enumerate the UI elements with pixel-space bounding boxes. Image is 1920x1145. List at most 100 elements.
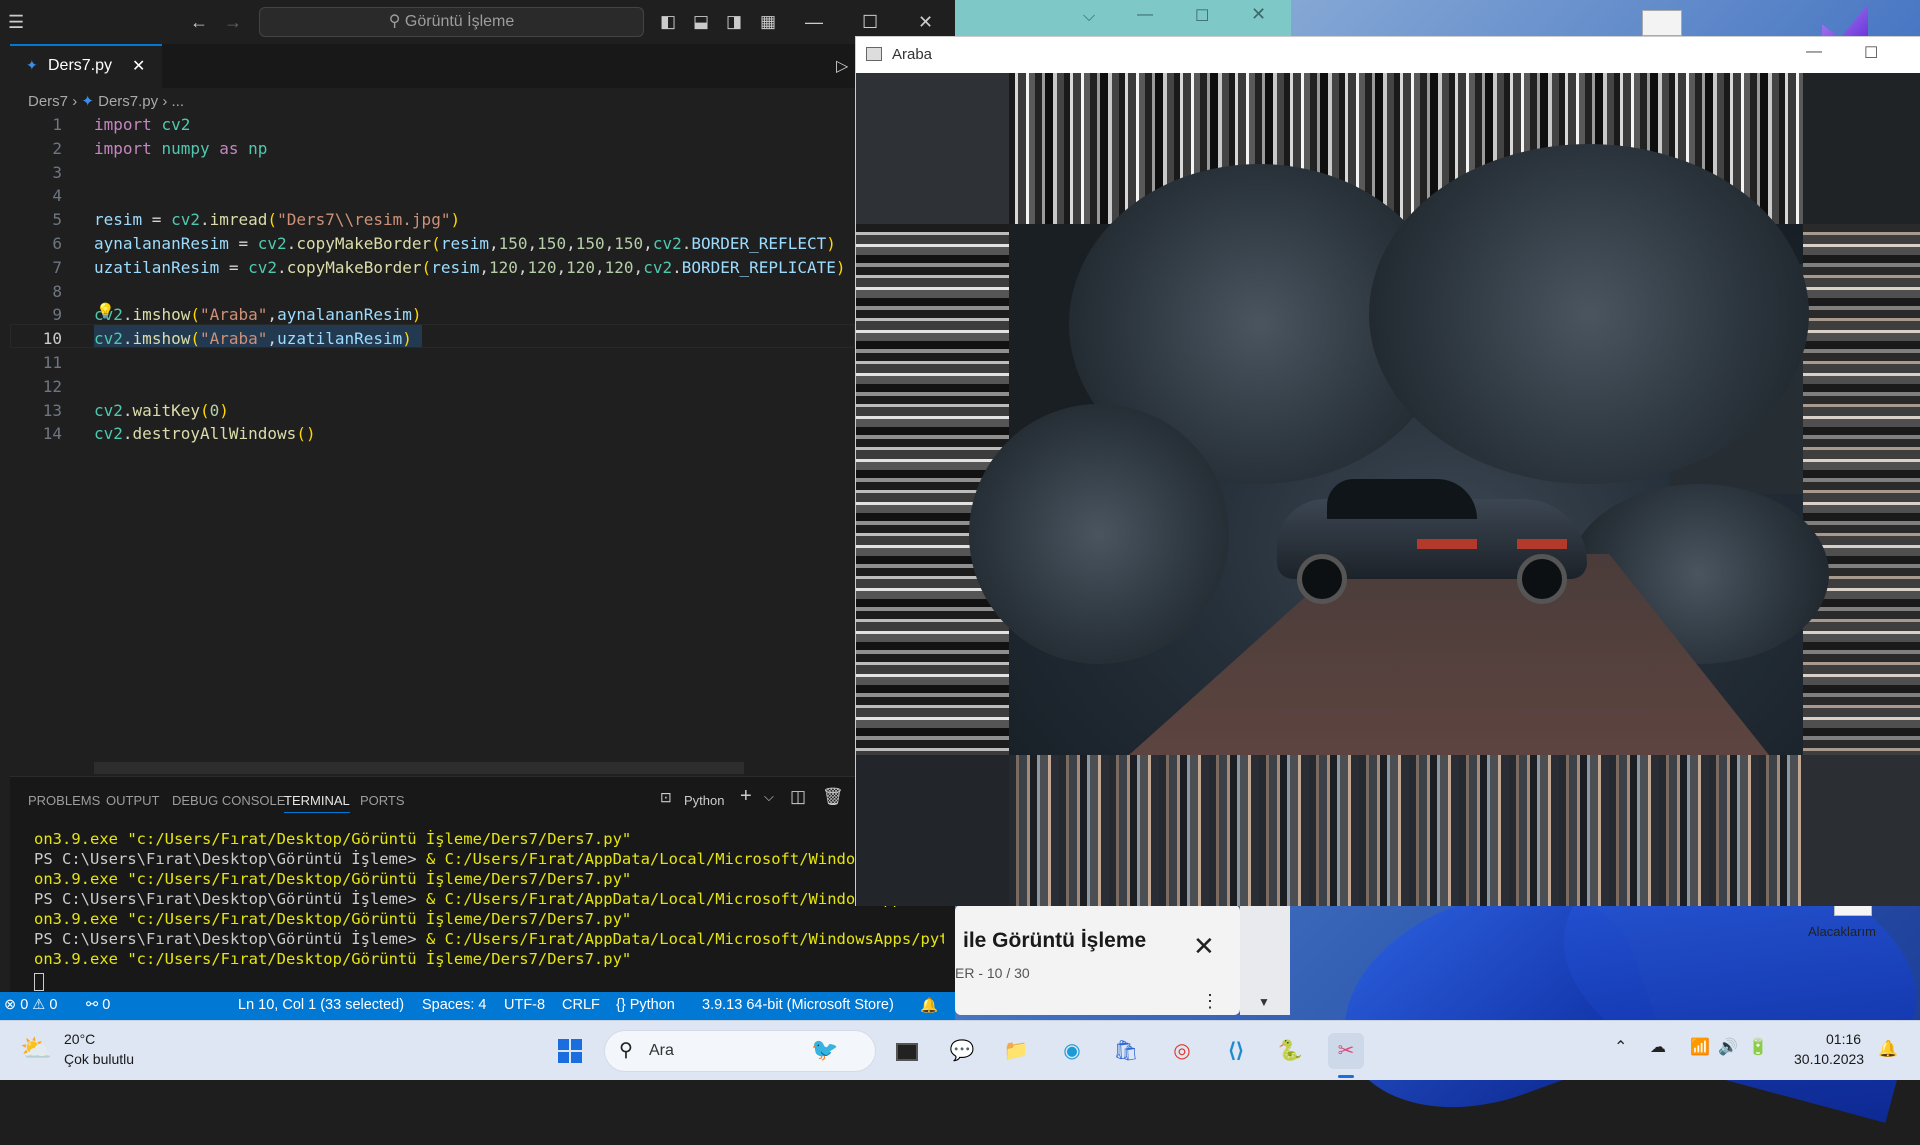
ports-status[interactable]: ⚯ 0 <box>86 997 110 1013</box>
taskbar-search[interactable]: ⚲ Ara 🐦 <box>604 1030 876 1072</box>
panel-tab-terminal[interactable]: TERMINAL <box>284 793 350 813</box>
wifi-icon[interactable]: 📶 <box>1690 1037 1710 1057</box>
code-token: , <box>527 234 538 253</box>
run-file-icon[interactable]: ▷ <box>836 56 848 76</box>
breadcrumb-file[interactable]: Ders7.py <box>98 93 158 110</box>
panel-tab-problems[interactable]: PROBLEMS <box>28 793 100 808</box>
toggle-primary-sidebar-icon[interactable]: ◧ <box>660 12 676 32</box>
code-editor[interactable]: 1 import cv2 2 import numpy as np 3 4 5 resim =… <box>10 112 855 774</box>
line-ending[interactable]: CRLF <box>562 997 600 1013</box>
python-file-icon: ✦ <box>81 93 99 110</box>
code-line[interactable]: cv2.destroyAllWindows() <box>94 424 316 443</box>
tab-ders7-py[interactable]: ✦ Ders7.py ✕ <box>10 44 162 88</box>
course-notification[interactable]: ile Görüntü İşleme ER - 10 / 30 ✕ ⋮ <box>955 905 1240 1015</box>
chevron-down-icon[interactable]: ⌵ <box>1083 8 1095 26</box>
code-line[interactable]: cv2.imshow("Araba",uzatilanResim) <box>94 329 412 348</box>
line-number: 13 <box>42 400 62 420</box>
command-center-label: Görüntü İşleme <box>404 13 515 30</box>
store-icon[interactable]: 🛍 <box>1108 1033 1144 1069</box>
code-token: BORDER_REPLICATE <box>681 257 836 277</box>
onedrive-icon[interactable]: ☁ <box>1650 1037 1666 1057</box>
clock-date[interactable]: 30.10.2023 <box>1794 1051 1864 1067</box>
code-token: 150 <box>614 234 644 253</box>
code-token: = <box>228 234 258 253</box>
close-icon[interactable]: ✕ <box>1251 4 1266 25</box>
bell-icon[interactable]: 🔔 <box>920 997 938 1014</box>
split-terminal-icon[interactable]: ◫ <box>790 787 806 807</box>
customize-layout-icon[interactable]: ▦ <box>760 12 776 32</box>
code-line[interactable]: import numpy as np <box>94 139 267 158</box>
weather-desc[interactable]: Çok bulutlu <box>64 1051 134 1067</box>
problems-status[interactable]: ⊗ 0 ⚠ 0 <box>4 997 57 1013</box>
task-view-icon[interactable] <box>888 1033 924 1069</box>
toggle-panel-icon[interactable]: ⬓ <box>693 12 709 32</box>
chevron-up-icon[interactable]: ⌃ <box>1614 1037 1627 1057</box>
trash-icon[interactable]: 🗑 <box>822 787 844 807</box>
volume-icon[interactable]: 🔊 <box>1718 1037 1738 1057</box>
weather-temp[interactable]: 20°C <box>64 1031 95 1047</box>
code-line[interactable]: cv2.imshow("Araba",aynalananResim) <box>94 305 422 324</box>
minimize-icon[interactable]: — <box>805 12 823 33</box>
cursor-position[interactable]: Ln 10, Col 1 (33 selected) <box>238 997 404 1013</box>
chevron-down-icon[interactable]: ⌵ <box>764 789 774 805</box>
visual-studio-icon[interactable] <box>1822 4 1868 38</box>
toggle-secondary-sidebar-icon[interactable]: ◨ <box>726 12 742 32</box>
horizontal-scrollbar[interactable] <box>94 762 744 774</box>
encoding[interactable]: UTF-8 <box>504 997 545 1013</box>
close-tab-icon[interactable]: ✕ <box>132 56 145 76</box>
scroll-down-icon[interactable]: ▼ <box>1258 995 1270 1009</box>
maximize-icon[interactable]: ☐ <box>862 12 878 33</box>
breadcrumb-rest[interactable]: ... <box>171 93 184 110</box>
file-explorer-icon[interactable]: 📁 <box>998 1033 1034 1069</box>
code-line[interactable]: uzatilanResim = cv2.copyMakeBorder(resim… <box>94 258 846 277</box>
code-line[interactable]: cv2.waitKey(0) <box>94 401 229 420</box>
code-token: imread <box>209 210 268 230</box>
more-options-icon[interactable]: ⋮ <box>1201 991 1219 1012</box>
menu-icon[interactable]: ☰ <box>8 12 24 33</box>
terminal-output[interactable]: on3.9.exe "c:/Users/Fırat/Desktop/Görünt… <box>34 829 944 969</box>
image-canvas[interactable] <box>856 73 1920 906</box>
breadcrumb-folder[interactable]: Ders7 <box>28 93 68 110</box>
code-line[interactable]: aynalananResim = cv2.copyMakeBorder(resi… <box>94 234 836 253</box>
code-token: 120 <box>604 257 634 277</box>
terminal-profile[interactable]: Python <box>684 793 724 808</box>
code-token: 150 <box>537 234 567 253</box>
forward-arrow-icon[interactable]: → <box>224 12 242 33</box>
back-arrow-icon[interactable]: ← <box>190 12 208 33</box>
notification-bell-icon[interactable]: 🔔 <box>1878 1039 1898 1059</box>
bottom-panel: PROBLEMS OUTPUT DEBUG CONSOLE TERMINAL PORTS… <box>10 776 955 992</box>
received-folder-label[interactable]: Alacaklarım <box>1808 924 1876 939</box>
panel-tab-ports[interactable]: PORTS <box>360 793 405 808</box>
command-center[interactable]: ⚲ Görüntü İşleme <box>259 7 644 37</box>
weather-icon[interactable]: ⛅ <box>20 1033 52 1064</box>
snipping-tool-icon[interactable]: ✂ <box>1328 1033 1364 1069</box>
battery-icon[interactable]: 🔋 <box>1748 1037 1768 1057</box>
terminal-command: on3.9.exe "c:/Users/Fırat/Desktop/Görünt… <box>34 870 632 888</box>
shrub <box>969 404 1229 664</box>
clock-time[interactable]: 01:16 <box>1826 1031 1861 1047</box>
maximize-icon[interactable]: ☐ <box>1864 43 1878 63</box>
minimize-icon[interactable]: — <box>1137 6 1153 24</box>
edge-icon[interactable]: ◉ <box>1054 1033 1090 1069</box>
indentation[interactable]: Spaces: 4 <box>422 997 487 1013</box>
desktop-file-icon[interactable] <box>1642 10 1682 36</box>
code-line[interactable]: resim = cv2.imread("Ders7\\resim.jpg") <box>94 210 460 229</box>
lightbulb-icon[interactable]: 💡 <box>96 302 115 320</box>
maximize-icon[interactable]: ☐ <box>1195 6 1209 26</box>
teams-chat-icon[interactable]: 💬 <box>944 1033 980 1069</box>
close-icon[interactable]: ✕ <box>918 12 933 33</box>
chrome-icon[interactable]: ◎ <box>1164 1033 1200 1069</box>
code-token: waitKey <box>132 400 200 420</box>
code-line[interactable]: import cv2 <box>94 115 190 134</box>
language-mode[interactable]: {} Python <box>616 997 675 1013</box>
close-icon[interactable]: ✕ <box>1193 931 1215 962</box>
minimize-icon[interactable]: — <box>1806 43 1822 61</box>
python-taskbar-icon[interactable]: 🐍 <box>1272 1033 1308 1069</box>
panel-tab-output[interactable]: OUTPUT <box>106 793 159 808</box>
tree <box>1369 144 1809 484</box>
vscode-taskbar-icon[interactable]: ⟨⟩ <box>1218 1033 1254 1069</box>
start-button[interactable] <box>552 1033 588 1069</box>
new-terminal-icon[interactable]: + <box>740 785 752 808</box>
python-interpreter[interactable]: 3.9.13 64-bit (Microsoft Store) <box>702 997 894 1013</box>
panel-tab-debug-console[interactable]: DEBUG CONSOLE <box>172 793 285 808</box>
